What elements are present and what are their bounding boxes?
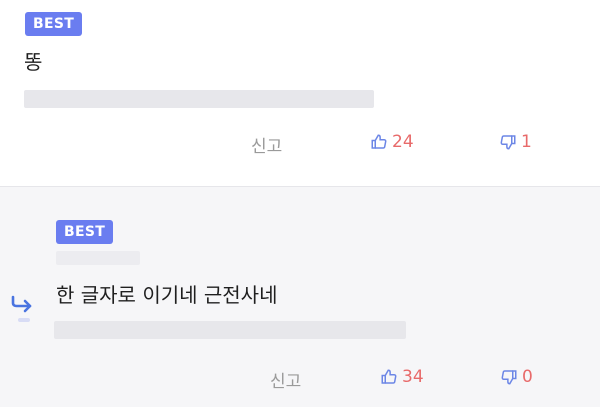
blurred-meta [54, 321, 406, 339]
report-button[interactable]: 신고 [270, 367, 301, 392]
blurred-meta [24, 90, 374, 108]
best-badge: BEST [25, 12, 83, 36]
thumbs-up-icon [381, 369, 397, 384]
dislike-count: 0 [522, 367, 533, 387]
comment-best-1: BEST 똥 신고 24 1 [0, 0, 600, 187]
like-button[interactable]: 24 [370, 132, 414, 152]
thumbs-up-icon [371, 134, 387, 149]
best-badge: BEST [56, 220, 114, 244]
dislike-button[interactable]: 0 [500, 367, 533, 387]
dislike-button[interactable]: 1 [499, 132, 532, 152]
like-button[interactable]: 34 [380, 367, 424, 387]
comment-text: 똥 [24, 50, 43, 74]
thumbs-down-icon [500, 135, 516, 150]
report-button[interactable]: 신고 [251, 132, 282, 157]
blurred-author [56, 251, 140, 265]
comment-text: 한 글자로 이기네 근전사네 [56, 283, 278, 307]
like-count: 24 [392, 132, 414, 152]
comment-best-2: BEST 한 글자로 이기네 근전사네 신고 34 0 [0, 187, 600, 407]
dislike-count: 1 [521, 132, 532, 152]
reply-indicator [18, 318, 30, 322]
like-count: 34 [402, 367, 424, 387]
thumbs-down-icon [501, 370, 517, 385]
reply-arrow-icon [11, 295, 32, 313]
